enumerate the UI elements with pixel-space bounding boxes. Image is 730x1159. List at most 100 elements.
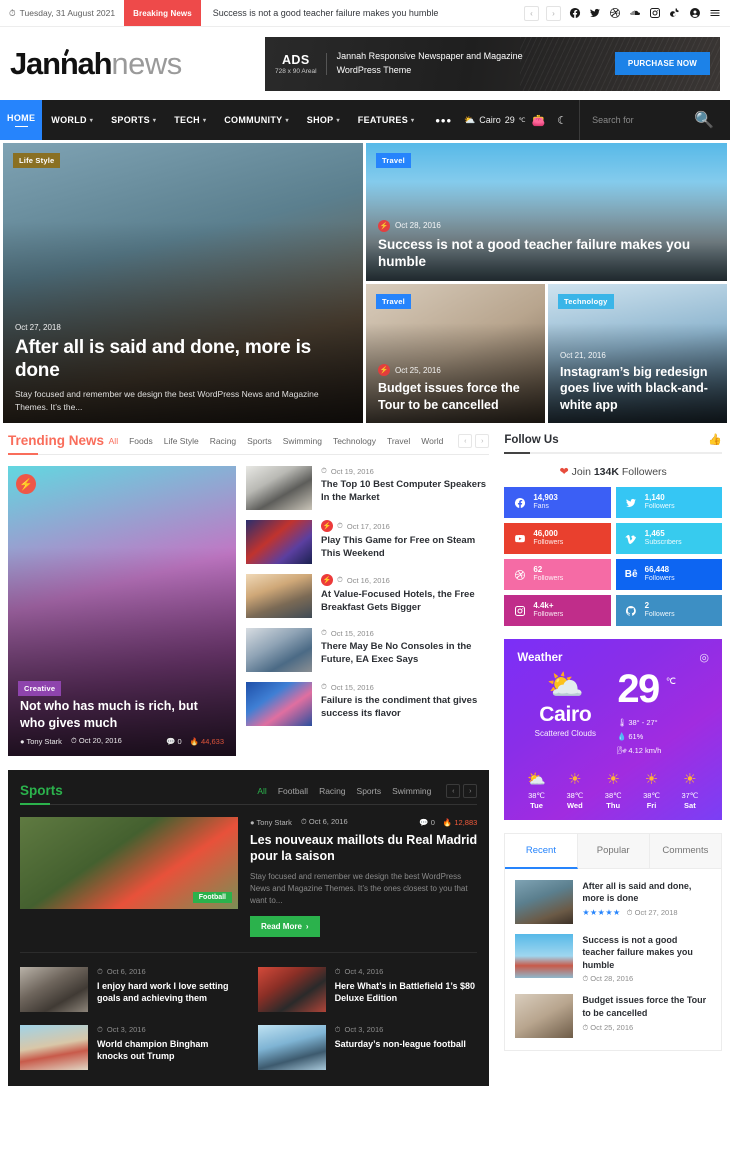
trending-category-badge[interactable]: Creative — [18, 681, 62, 696]
hero-category-badge[interactable]: Travel — [376, 153, 411, 168]
trending-tab-travel[interactable]: Travel — [387, 436, 410, 446]
author-meta[interactable]: ● Tony Stark — [250, 818, 292, 827]
sports-feature-image[interactable]: Football — [20, 817, 238, 909]
list-item-title[interactable]: Play This Game for Free on Steam This We… — [321, 535, 489, 561]
trending-tab-world[interactable]: World — [421, 436, 443, 446]
list-item[interactable]: ⏱ Oct 15, 2016 There May Be No Consoles … — [246, 628, 489, 672]
hero-b1-title[interactable]: Budget issues force the Tour to be cance… — [378, 380, 533, 413]
trending-tab-swimming[interactable]: Swimming — [283, 436, 322, 446]
sports-feature-tag[interactable]: Football — [192, 892, 232, 903]
nav-item-world[interactable]: WORLD ▾ — [42, 100, 102, 140]
nav-item-features[interactable]: FEATURES ▾ — [349, 100, 424, 140]
trending-tab-foods[interactable]: Foods — [129, 436, 153, 446]
hero-top-card[interactable]: Travel ⚡ Oct 28, 2016 Success is not a g… — [366, 143, 727, 281]
search-input[interactable] — [592, 115, 661, 125]
list-item[interactable]: ⚡ ⏱ Oct 16, 2016 At Value-Focused Hotels… — [246, 574, 489, 618]
hero-category-badge[interactable]: Technology — [558, 294, 614, 309]
sports-tab-football[interactable]: Football — [278, 786, 308, 796]
trending-feature-title[interactable]: Not who has much is rich, but who gives … — [20, 698, 224, 731]
sports-tab-sports[interactable]: Sports — [357, 786, 382, 796]
list-item[interactable]: ⏱ Oct 3, 2016 Saturday’s non-league foot… — [257, 1024, 478, 1070]
list-item[interactable]: ⏱ Oct 4, 2016 Here What’s in Battlefield… — [257, 966, 478, 1012]
hero-main-card[interactable]: Life Style Oct 27, 2018 After all is sai… — [3, 143, 363, 423]
author-meta[interactable]: ● Tony Stark — [20, 737, 62, 746]
trending-prev-button[interactable]: ‹ — [458, 434, 473, 448]
hero-main-title[interactable]: After all is said and done, more is done — [15, 336, 351, 382]
list-item[interactable]: Success is not a good teacher failure ma… — [515, 933, 711, 985]
nav-item-sports[interactable]: SPORTS ▾ — [102, 100, 165, 140]
nav-item-shop[interactable]: SHOP ▾ — [298, 100, 349, 140]
social-box-instagram[interactable]: 4.4k+ Followers — [504, 595, 611, 626]
soundcloud-icon[interactable] — [628, 7, 641, 20]
list-item-title[interactable]: I enjoy hard work I love setting goals a… — [97, 980, 240, 1005]
social-box-github[interactable]: 2 Followers — [615, 595, 722, 626]
search-icon[interactable]: 🔍 — [694, 110, 714, 130]
breaking-prev-button[interactable]: ‹ — [524, 5, 539, 21]
list-item-title[interactable]: Failure is the condiment that gives succ… — [321, 695, 489, 721]
social-box-youtube[interactable]: 46,000 Followers — [504, 523, 611, 554]
sports-tab-all[interactable]: All — [257, 786, 266, 796]
list-item[interactable]: Budget issues force the Tour to be cance… — [515, 994, 711, 1039]
site-logo[interactable]: Jannahnews — [10, 48, 182, 79]
trending-tab-technology[interactable]: Technology — [333, 436, 376, 446]
twitter-icon[interactable] — [588, 7, 601, 20]
cart-icon[interactable]: 👛 — [526, 114, 552, 127]
trending-tab-lifestyle[interactable]: Life Style — [164, 436, 199, 446]
hero-category-badge[interactable]: Life Style — [13, 153, 61, 168]
trending-feature-card[interactable]: ⚡ Creative Not who has much is rich, but… — [8, 466, 236, 756]
trending-next-button[interactable]: › — [475, 434, 490, 448]
list-item[interactable]: ⏱ Oct 15, 2016 Failure is the condiment … — [246, 682, 489, 726]
list-item-title[interactable]: Here What’s in Battlefield 1’s $80 Delux… — [335, 980, 478, 1005]
dark-mode-moon-icon[interactable]: ☾ — [551, 114, 573, 127]
tab-recent[interactable]: Recent — [505, 833, 578, 869]
hero-b2-title[interactable]: Instagram’s big redesign goes live with … — [560, 364, 715, 414]
list-item-title[interactable]: Budget issues force the Tour to be cance… — [582, 994, 711, 1019]
purchase-now-button[interactable]: PURCHASE NOW — [614, 52, 710, 75]
breaking-news-headline[interactable]: Success is not a good teacher failure ma… — [201, 0, 524, 26]
read-more-button[interactable]: Read More › — [250, 915, 320, 937]
trending-tab-all[interactable]: All — [109, 436, 118, 446]
trending-tab-racing[interactable]: Racing — [210, 436, 236, 446]
list-item[interactable]: After all is said and done, more is done… — [515, 879, 711, 924]
hero-category-badge[interactable]: Travel — [376, 294, 411, 309]
hero-card-instagram[interactable]: Technology Oct 21, 2016 Instagram’s big … — [548, 284, 727, 423]
nav-weather-widget[interactable]: ⛅ Cairo 29 ℃ — [464, 115, 526, 126]
nav-more-icon[interactable]: ••• — [423, 100, 464, 140]
list-item[interactable]: ⚡ ⏱ Oct 17, 2016 Play This Game for Free… — [246, 520, 489, 564]
hero-card-budget[interactable]: Travel ⚡ Oct 25, 2016 Budget issues forc… — [366, 284, 545, 423]
nav-item-community[interactable]: COMMUNITY ▾ — [215, 100, 298, 140]
social-box-twitter[interactable]: 1,140 Followers — [615, 487, 722, 518]
location-pin-icon[interactable]: ◎ — [699, 651, 709, 664]
social-box-vimeo[interactable]: 1,465 Subscribers — [615, 523, 722, 554]
list-item-title[interactable]: After all is said and done, more is done — [582, 880, 711, 905]
sports-prev-button[interactable]: ‹ — [446, 784, 461, 798]
trending-tab-sports[interactable]: Sports — [247, 436, 272, 446]
list-item-title[interactable]: Saturday’s non-league football — [335, 1038, 466, 1050]
list-item[interactable]: ⏱ Oct 19, 2016 The Top 10 Best Computer … — [246, 466, 489, 510]
list-item-title[interactable]: There May Be No Consoles in the Future, … — [321, 641, 489, 667]
nav-item-tech[interactable]: TECH ▾ — [165, 100, 215, 140]
sports-tab-swimming[interactable]: Swimming — [392, 786, 431, 796]
ad-banner[interactable]: ADS 728 x 90 Areal Jannah Responsive New… — [265, 36, 720, 91]
tiktok-icon[interactable] — [668, 7, 681, 20]
social-box-behance[interactable]: Bê 66,448 Followers — [615, 559, 722, 590]
hamburger-menu-icon[interactable] — [708, 7, 721, 20]
list-item-title[interactable]: The Top 10 Best Computer Speakers In the… — [321, 479, 489, 505]
user-icon[interactable] — [688, 7, 701, 20]
sports-tab-racing[interactable]: Racing — [319, 786, 345, 796]
list-item-title[interactable]: At Value-Focused Hotels, the Free Breakf… — [321, 589, 489, 615]
list-item-title[interactable]: World champion Bingham knocks out Trump — [97, 1038, 240, 1063]
list-item[interactable]: ⏱ Oct 3, 2016 World champion Bingham kno… — [20, 1024, 240, 1070]
breaking-next-button[interactable]: › — [546, 5, 561, 21]
dribbble-icon[interactable] — [608, 7, 621, 20]
nav-item-home[interactable]: HOME — [0, 100, 43, 140]
list-item-title[interactable]: Success is not a good teacher failure ma… — [582, 934, 711, 972]
social-box-facebook[interactable]: 14,903 Fans — [504, 487, 611, 518]
social-box-dribbble[interactable]: 62 Followers — [504, 559, 611, 590]
sports-feature-title[interactable]: Les nouveaux maillots du Real Madrid pou… — [250, 832, 477, 865]
tab-comments[interactable]: Comments — [649, 833, 722, 869]
sports-next-button[interactable]: › — [463, 784, 478, 798]
hero-top-title[interactable]: Success is not a good teacher failure ma… — [378, 236, 715, 271]
list-item[interactable]: ⏱ Oct 6, 2016 I enjoy hard work I love s… — [20, 966, 240, 1012]
facebook-icon[interactable] — [568, 7, 581, 20]
